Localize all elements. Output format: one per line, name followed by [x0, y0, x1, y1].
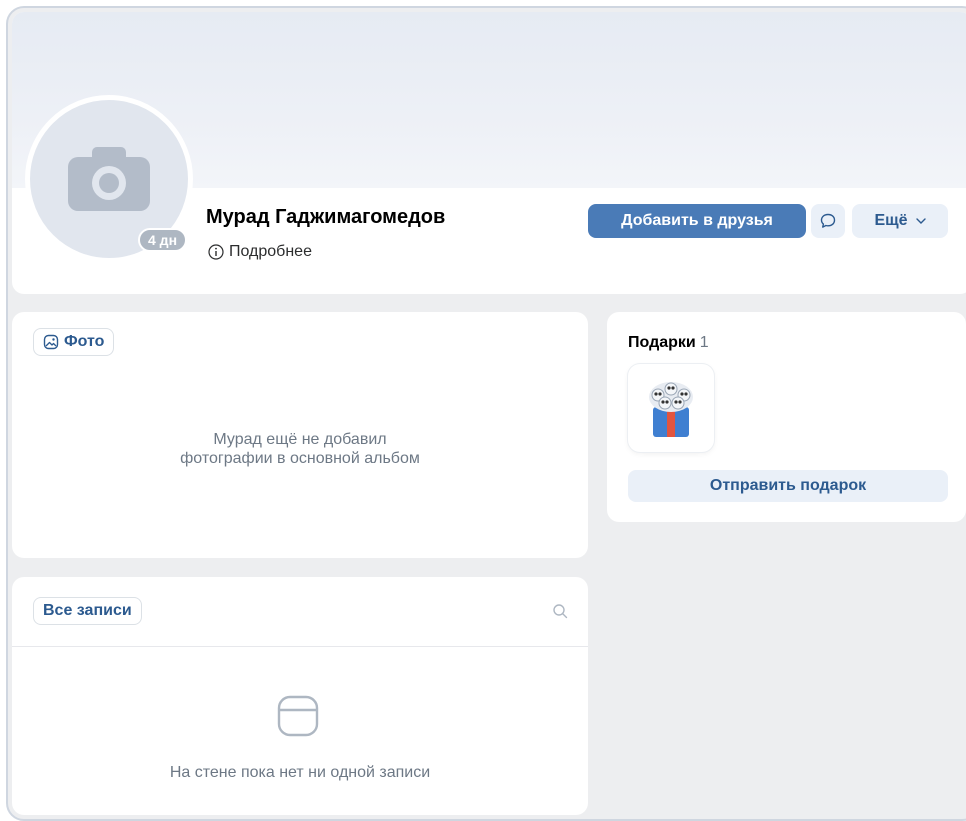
more-info-link[interactable]: Подробнее: [208, 243, 312, 261]
wall-divider: [12, 646, 588, 647]
photos-tab-label: Фото: [64, 333, 105, 350]
wall-tab-all-posts[interactable]: Все записи: [33, 597, 142, 625]
photos-empty-line2: фотографии в основной альбом: [180, 450, 420, 467]
photos-tab[interactable]: Фото: [33, 328, 115, 356]
photos-empty-line1: Мурад ещё не добавил: [213, 431, 387, 448]
empty-post-icon: [277, 695, 319, 737]
chevron-down-icon: [915, 218, 926, 224]
gifts-count: 1: [699, 334, 709, 351]
info-icon: [208, 244, 224, 260]
camera-icon: [68, 147, 150, 211]
gifts-title[interactable]: Подарки 1: [628, 334, 709, 352]
more-info-label: Подробнее: [229, 243, 312, 260]
send-gift-button[interactable]: Отправить подарок: [628, 470, 948, 502]
more-button[interactable]: Ещё: [852, 204, 948, 238]
more-button-label: Ещё: [874, 212, 908, 229]
search-icon[interactable]: [552, 603, 568, 619]
profile-name: Мурад Гаджимагомедов: [206, 206, 446, 228]
wall-empty-message: На стене пока нет ни одной записи: [169, 764, 431, 781]
add-friend-button[interactable]: Добавить в друзья: [588, 204, 806, 238]
gift-box-icon: [649, 382, 693, 437]
gifts-title-label: Подарки: [628, 334, 696, 351]
gift-item[interactable]: [628, 364, 714, 452]
wall-tab-label: Все записи: [43, 602, 132, 619]
message-button[interactable]: [811, 204, 845, 238]
message-bubble-icon: [820, 213, 836, 228]
photos-empty-message: Мурад ещё не добавил фотографии в основн…: [12, 430, 588, 468]
last-seen-badge: 4 дн: [138, 228, 188, 252]
image-icon: [43, 334, 59, 350]
